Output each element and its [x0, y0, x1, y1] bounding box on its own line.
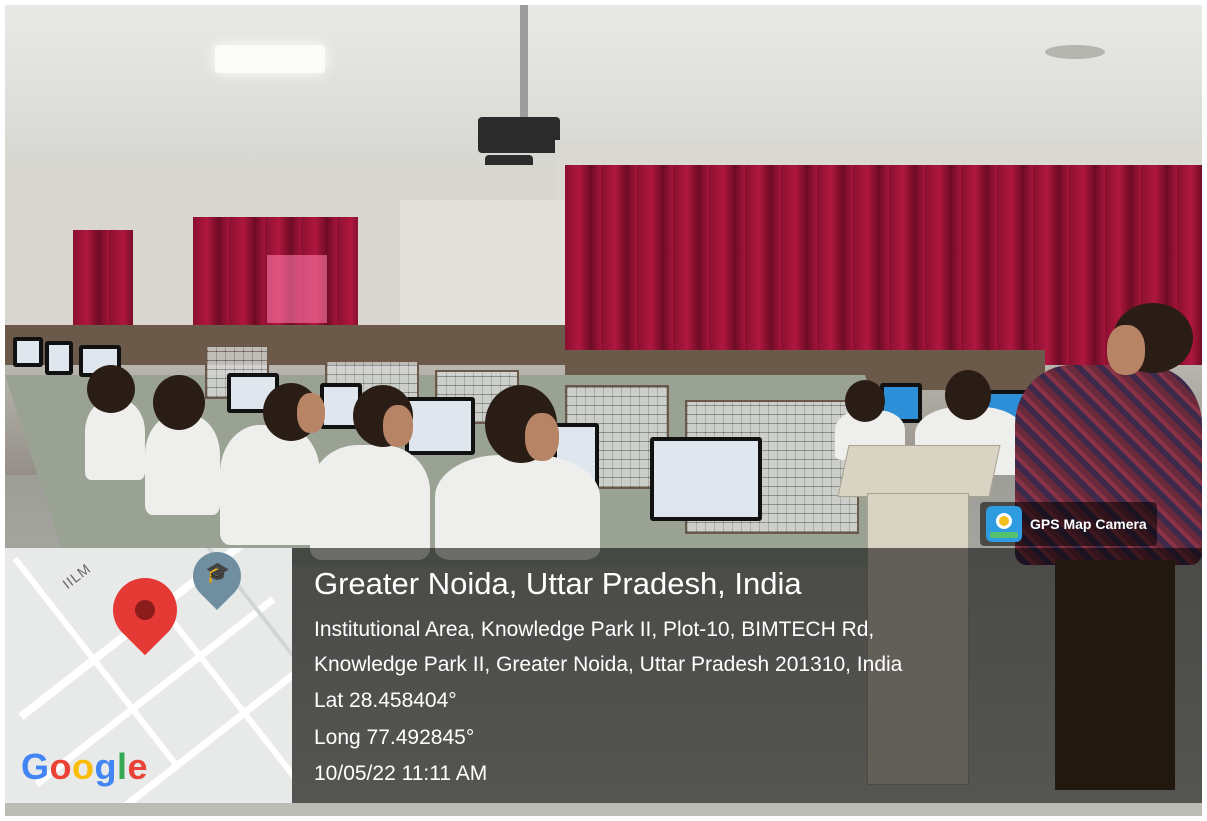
student-head: [87, 365, 135, 413]
monitor: [650, 437, 762, 521]
student: [310, 445, 430, 560]
student-head: [945, 370, 991, 420]
address-line-2: Knowledge Park II, Greater Noida, Uttar …: [314, 653, 903, 676]
location-info: Greater Noida, Uttar Pradesh, India Inst…: [292, 548, 1202, 803]
google-logo-letter: o: [49, 746, 73, 787]
student-head: [153, 375, 205, 430]
google-logo-letter: o: [72, 746, 95, 787]
location-pin-dot: [135, 600, 155, 620]
window-glow: [267, 255, 327, 323]
podium-top: [837, 445, 1001, 497]
student-face: [383, 405, 413, 447]
google-logo-letter: l: [117, 746, 128, 787]
student-head: [845, 380, 885, 422]
map-road-label: IILM: [59, 560, 94, 592]
curtain-far: [73, 230, 133, 325]
curtain-right: [565, 165, 1202, 365]
student-face: [525, 413, 559, 461]
gps-brand-badge: GPS Map Camera: [980, 502, 1157, 546]
projector-mount: [520, 5, 528, 120]
google-logo-letter: e: [127, 746, 149, 787]
gps-map-camera-icon: [986, 506, 1022, 542]
graduation-cap-icon: 🎓: [205, 562, 230, 584]
student: [145, 415, 220, 515]
monitor: [45, 341, 73, 375]
pillar: [400, 200, 565, 345]
ceiling-light: [215, 45, 325, 73]
presenter-face: [1107, 325, 1145, 375]
longitude: Long 77.492845°: [314, 726, 475, 749]
monitor: [13, 337, 43, 367]
google-logo: Google: [21, 746, 148, 788]
student: [220, 425, 320, 545]
brand-label: GPS Map Camera: [1030, 516, 1147, 532]
student-face: [297, 393, 325, 433]
monitor: [405, 397, 475, 455]
latitude: Lat 28.458404°: [314, 689, 457, 712]
projector: [478, 117, 560, 153]
gps-info-panel: IILM 🎓 Google Greater Noida, Uttar Prade…: [5, 548, 1202, 803]
timestamp: 10/05/22 11:11 AM: [314, 762, 488, 785]
location-title: Greater Noida, Uttar Pradesh, India: [314, 566, 802, 601]
student: [435, 455, 600, 560]
google-logo-letter: G: [21, 746, 50, 787]
address-line-1: Institutional Area, Knowledge Park II, P…: [314, 618, 875, 641]
google-logo-letter: g: [94, 746, 118, 787]
map-thumbnail: IILM 🎓 Google: [5, 548, 292, 803]
ceiling-fan: [1045, 45, 1105, 59]
